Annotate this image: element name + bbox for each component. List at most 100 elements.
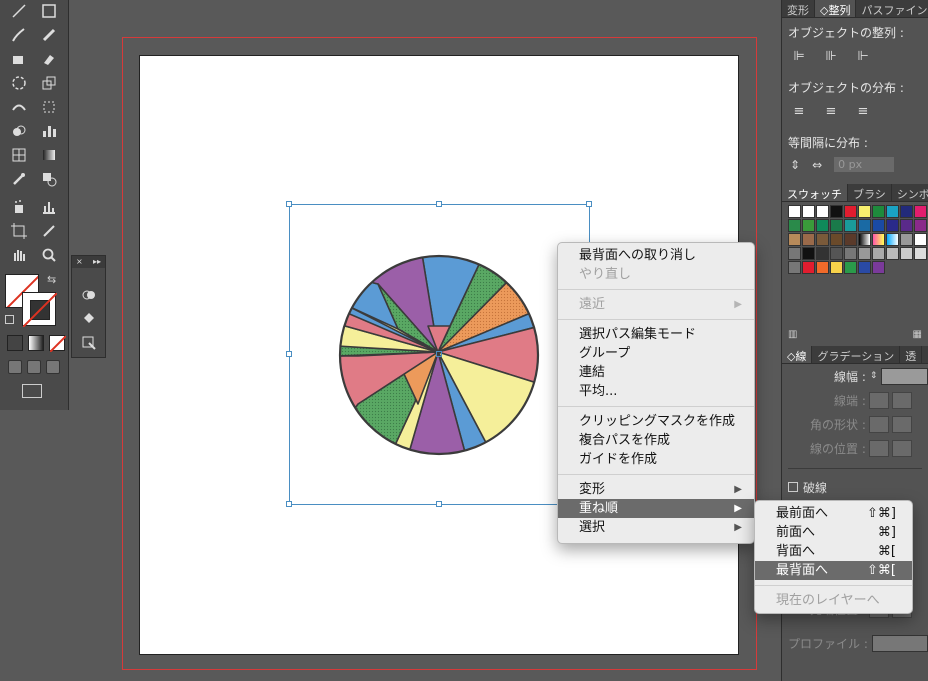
menu-item-isolate-selected-path[interactable]: 選択パス編集モード [558,325,754,344]
swatch[interactable] [886,233,899,246]
swatch[interactable] [844,205,857,218]
menu-item-send-backward[interactable]: 背面へ ⌘[ [755,542,912,561]
menu-item-redo[interactable]: やり直し [558,265,754,284]
zoom-tool-icon[interactable] [36,244,62,266]
tab-gradient[interactable]: グラデーション [812,346,901,363]
artboard-tool-icon[interactable] [6,220,32,242]
swatch[interactable] [886,247,899,260]
swatch[interactable] [816,247,829,260]
none-mode-button[interactable] [49,335,66,352]
align-inside-stroke-button[interactable] [891,439,912,457]
tab-transparency[interactable]: 透 [900,346,923,363]
swatch[interactable] [914,233,927,246]
width-tool-icon[interactable] [6,96,32,118]
symbol-sprayer-tool-icon[interactable] [6,196,32,218]
tab-swatches[interactable]: スウォッチ [782,184,848,201]
menu-item-perspective[interactable]: 遠近 ▶ [558,295,754,314]
tab-align[interactable]: ◇整列 [815,0,857,17]
swatch[interactable] [872,261,885,274]
handle-bottom-middle[interactable] [436,501,442,507]
gradient-tool-icon[interactable] [36,144,62,166]
align-right-icon[interactable]: ⊩ [854,49,872,65]
menu-item-undo-send-to-back[interactable]: 最背面への取り消し [558,246,754,265]
swatch[interactable] [802,219,815,232]
swatch[interactable] [816,219,829,232]
swatch[interactable] [914,205,927,218]
tab-pathfinder[interactable]: パスファイン [856,0,928,17]
hand-tool-icon[interactable] [6,244,32,266]
swatch-folder[interactable] [788,247,801,260]
swatch[interactable] [886,205,899,218]
handle-bottom-left[interactable] [286,501,292,507]
menu-item-bring-forward[interactable]: 前面へ ⌘] [755,523,912,542]
swatch[interactable] [914,219,927,232]
column-graph-tool-icon[interactable] [36,196,62,218]
stroke-swatch[interactable] [22,292,57,327]
free-transform-tool-icon[interactable] [36,96,62,118]
swatch[interactable] [900,205,913,218]
menu-item-make-guides[interactable]: ガイドを作成 [558,450,754,469]
swatch[interactable] [844,247,857,260]
menu-item-select[interactable]: 選択 ▶ [558,518,754,537]
swatch[interactable] [802,261,815,274]
swatch[interactable] [788,233,801,246]
floating-panel-titlebar[interactable]: × ▸▸ [72,256,105,268]
swatch[interactable] [830,205,843,218]
collapse-icon[interactable]: ▸▸ [93,256,101,268]
dashed-checkbox[interactable] [788,482,798,492]
eyedropper-tool-icon[interactable] [6,168,32,190]
scale-tool-icon[interactable] [36,72,62,94]
shape-builder-tool-icon[interactable] [6,120,32,142]
swatch[interactable] [858,233,871,246]
stroke-weight-input[interactable] [881,367,928,385]
swatch[interactable] [844,219,857,232]
draw-inside-button[interactable] [46,360,60,374]
miter-join-button[interactable] [868,415,889,433]
swatch[interactable] [802,247,815,260]
handle-top-right[interactable] [586,201,592,207]
menu-item-send-to-back[interactable]: 最背面へ ⇧⌘[ [755,561,912,580]
swatch[interactable] [830,261,843,274]
menu-item-send-to-current-layer[interactable]: 現在のレイヤーへ [755,591,912,610]
distribute-vspace-icon[interactable]: ⇕ [790,158,800,172]
butt-cap-button[interactable] [868,391,889,409]
swatch[interactable] [858,219,871,232]
stroke-weight-stepper[interactable]: ⇕ [870,371,878,381]
tab-brushes[interactable]: ブラシ [848,184,892,201]
menu-item-arrange[interactable]: 重ね順 ▶ [558,499,754,518]
distribute-bottom-icon[interactable]: ≡ [854,104,872,120]
close-icon[interactable]: × [76,256,83,268]
swatch[interactable] [858,247,871,260]
swatch[interactable] [816,261,829,274]
shape-builder-icon[interactable] [76,284,102,306]
gradient-mode-button[interactable] [28,335,44,351]
distribute-hspace-icon[interactable]: ⇔ [812,158,822,172]
menu-item-average[interactable]: 平均... [558,382,754,401]
round-cap-button[interactable] [891,391,912,409]
handle-top-middle[interactable] [436,201,442,207]
swatch-registration[interactable] [802,205,815,218]
swatch[interactable] [900,247,913,260]
swatch[interactable] [802,233,815,246]
eraser-tool-icon[interactable] [36,48,62,70]
line-tool-icon[interactable] [6,0,32,22]
swatch[interactable] [900,233,913,246]
swatch[interactable] [858,261,871,274]
swatch-library-icon[interactable]: ▥ [788,329,797,340]
tab-transform[interactable]: 変形 [782,0,815,17]
swatch[interactable] [900,219,913,232]
rotate-tool-icon[interactable] [6,72,32,94]
handle-middle-left[interactable] [286,351,292,357]
default-fill-stroke-icon[interactable] [5,315,14,324]
swatch-none[interactable] [788,205,801,218]
menu-item-make-compound-path[interactable]: 複合パスを作成 [558,431,754,450]
swatch[interactable] [844,233,857,246]
swap-fill-stroke-icon[interactable]: ⇆ [47,273,56,286]
round-join-button[interactable] [891,415,912,433]
menu-item-bring-to-front[interactable]: 最前面へ ⇧⌘] [755,504,912,523]
align-left-icon[interactable]: ⊫ [790,49,808,65]
swatch[interactable] [886,219,899,232]
swatch[interactable] [872,247,885,260]
profile-select[interactable] [871,634,928,652]
menu-item-transform[interactable]: 変形 ▶ [558,480,754,499]
